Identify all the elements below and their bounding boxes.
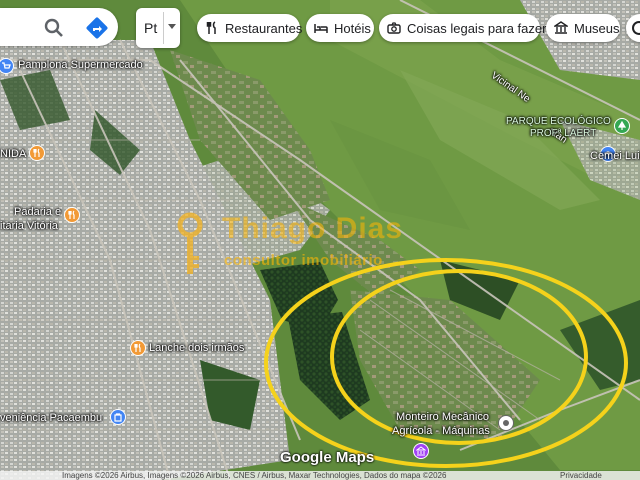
chip-things-to-do[interactable]: Coisas legais para fazer xyxy=(379,14,546,42)
restaurant-icon xyxy=(206,21,216,34)
language-divider xyxy=(163,12,164,44)
museum-icon xyxy=(416,446,426,456)
place-label-supermarket[interactable]: Pamplona Supermercado xyxy=(18,59,143,71)
place-label-mechanic-1[interactable]: Monteiro Mecânico xyxy=(396,411,489,423)
place-label-cemei[interactable]: Cemei Luiza G xyxy=(590,150,640,162)
watermark-title: Thiago Dias xyxy=(222,212,404,245)
place-label-lanche[interactable]: Lanche dois irmãos xyxy=(149,342,244,354)
chip-restaurants[interactable]: Restaurantes xyxy=(197,14,303,42)
chip-label: Hotéis xyxy=(334,20,371,36)
museum-map-pin[interactable] xyxy=(413,443,429,459)
restaurant-pin[interactable] xyxy=(29,145,45,161)
chip-hotels[interactable]: Hotéis xyxy=(306,14,374,42)
more-chip-icon xyxy=(632,21,640,35)
place-label-bakery-2[interactable]: itaria Vitória xyxy=(0,220,58,232)
place-label-nida[interactable]: NIDA xyxy=(0,148,26,160)
place-label-park-2[interactable]: PROFª LAERT xyxy=(530,128,596,139)
fork-knife-icon xyxy=(134,343,141,352)
language-label: Pt xyxy=(144,20,158,36)
watermark-subtitle: consultor imobiliário xyxy=(224,252,383,269)
mechanic-pin[interactable] xyxy=(498,415,514,431)
cart-icon xyxy=(2,62,11,69)
search-box[interactable] xyxy=(0,8,118,46)
place-label-park-1[interactable]: PARQUE ECOLÓGICO xyxy=(506,116,611,127)
chip-label: Museus xyxy=(574,20,620,36)
convenience-pin[interactable] xyxy=(110,409,126,425)
park-pin[interactable] xyxy=(614,118,630,134)
chip-more[interactable] xyxy=(626,14,640,42)
hotel-icon xyxy=(314,24,328,33)
museum-icon xyxy=(554,21,568,34)
place-label-mechanic-2[interactable]: Agrícola - Máquinas xyxy=(392,425,490,437)
lanche-pin[interactable] xyxy=(130,340,146,356)
google-maps-logo: Google Maps xyxy=(280,449,375,466)
privacy-link[interactable]: Privacidade xyxy=(560,471,602,480)
chevron-down-icon[interactable] xyxy=(168,24,176,29)
place-label-bakery-1[interactable]: Padaria e xyxy=(14,206,61,218)
map-top-bar: Pt Restaurantes Hotéis Coisas legais par… xyxy=(0,8,640,48)
chip-label: Restaurantes xyxy=(225,20,303,36)
tree-icon xyxy=(617,121,627,130)
map-attribution: Imagens ©2026 Airbus, Imagens ©2026 Airb… xyxy=(0,471,640,480)
chip-label: Coisas legais para fazer xyxy=(407,20,547,36)
fork-knife-icon xyxy=(68,210,75,219)
shopping-bag-icon xyxy=(114,413,122,422)
camera-icon xyxy=(387,22,401,34)
directions-icon[interactable] xyxy=(84,15,110,41)
attribution-text: Imagens ©2026 Airbus, Imagens ©2026 Airb… xyxy=(62,471,447,480)
bakery-pin[interactable] xyxy=(64,207,80,223)
language-select[interactable]: Pt xyxy=(136,8,180,48)
fork-knife-icon xyxy=(33,148,40,157)
search-icon[interactable] xyxy=(42,16,66,40)
location-dot-icon xyxy=(503,420,509,426)
place-label-conveniencia[interactable]: veniência Pacaembu xyxy=(0,412,102,424)
chip-museums[interactable]: Museus xyxy=(546,14,620,42)
